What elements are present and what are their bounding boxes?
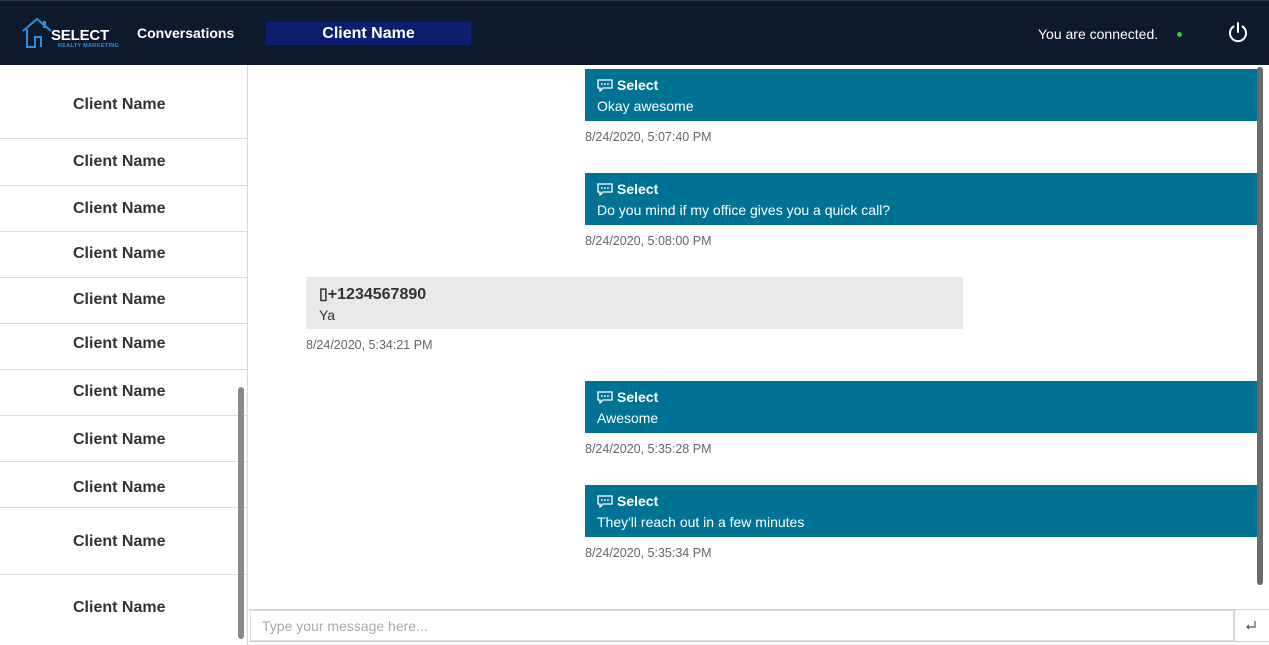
top-bar: SELECT REALTY MARKETING Conversations Cl… (0, 0, 1269, 65)
message-sender-name: Select (617, 77, 659, 93)
message-input[interactable] (250, 610, 1234, 641)
conversation-item[interactable]: Client Name (0, 324, 247, 370)
select-logo[interactable]: SELECT REALTY MARKETING (21, 17, 119, 53)
message-sender: Select (597, 389, 658, 405)
conversation-item-label: Client Name (73, 383, 166, 400)
conversation-item[interactable]: Client Name (0, 232, 247, 278)
conversation-item-label: Client Name (73, 479, 166, 496)
message-text: Do you mind if my office gives you a qui… (597, 202, 891, 218)
conversation-item-label: Client Name (73, 200, 166, 217)
message-bubble-incoming: ▯+1234567890 Ya (306, 277, 963, 329)
message-composer (249, 609, 1269, 642)
conversation-item[interactable]: Client Name (0, 462, 247, 508)
message-sender: Select (597, 181, 658, 197)
chat-bubble-icon (597, 390, 613, 404)
conversation-item[interactable]: Client Name (0, 575, 247, 645)
message-bubble-outgoing: Select Okay awesome (585, 69, 1258, 121)
chat-bubble-icon (597, 494, 613, 508)
conversation-item[interactable]: Client Name (0, 139, 247, 186)
message-sender-name: Select (617, 181, 659, 197)
power-icon[interactable] (1227, 21, 1249, 43)
message-timestamp: 8/24/2020, 5:34:21 PM (306, 338, 433, 352)
nav-conversations[interactable]: Conversations (137, 25, 234, 41)
message-sender-name: ▯+1234567890 (319, 286, 427, 303)
message-timestamp: 8/24/2020, 5:35:34 PM (585, 546, 712, 560)
connection-status: You are connected. (1038, 26, 1159, 42)
sidebar-scrollbar[interactable] (238, 387, 244, 639)
message-timestamp: 8/24/2020, 5:07:40 PM (585, 130, 712, 144)
message-sender-name: Select (617, 389, 659, 405)
conversation-item-label: Client Name (73, 245, 166, 262)
conversation-item-label: Client Name (73, 533, 166, 550)
enter-icon (1246, 621, 1256, 630)
conversation-list: Client Name Client Name Client Name Clie… (0, 65, 248, 645)
conversation-item-label: Client Name (73, 96, 166, 113)
message-text: Awesome (597, 410, 659, 426)
connection-dot-icon (1177, 32, 1182, 37)
chat-scrollbar[interactable] (1257, 67, 1263, 585)
message-sender-name: Select (617, 493, 659, 509)
message-text: Ya (319, 307, 336, 323)
message-timestamp: 8/24/2020, 5:08:00 PM (585, 234, 712, 248)
message-text: They'll reach out in a few minutes (597, 514, 805, 530)
conversation-item-label: Client Name (73, 153, 166, 170)
conversation-item-label: Client Name (73, 335, 166, 352)
conversation-item-label: Client Name (73, 599, 166, 616)
message-bubble-outgoing: Select Do you mind if my office gives yo… (585, 173, 1258, 225)
message-text: Okay awesome (597, 98, 694, 114)
logo-word: SELECT (51, 27, 109, 44)
active-client-tab[interactable]: Client Name (266, 22, 471, 45)
conversation-item[interactable]: Client Name (0, 65, 247, 139)
message-bubble-outgoing: Select Awesome (585, 381, 1258, 433)
conversation-item-label: Client Name (73, 291, 166, 308)
message-timestamp: 8/24/2020, 5:35:28 PM (585, 442, 712, 456)
logo-subtitle: REALTY MARKETING (58, 43, 120, 49)
conversation-item[interactable]: Client Name (0, 278, 247, 324)
conversation-item[interactable]: Client Name (0, 370, 247, 416)
conversation-item[interactable]: Client Name (0, 508, 247, 575)
message-bubble-outgoing: Select They'll reach out in a few minute… (585, 485, 1258, 537)
send-button[interactable] (1234, 610, 1267, 641)
message-sender: Select (597, 493, 658, 509)
chat-bubble-icon (597, 78, 613, 92)
conversation-item[interactable]: Client Name (0, 186, 247, 232)
chat-bubble-icon (597, 182, 613, 196)
message-sender: Select (597, 77, 658, 93)
conversation-item-label: Client Name (73, 431, 166, 448)
conversation-item[interactable]: Client Name (0, 416, 247, 462)
